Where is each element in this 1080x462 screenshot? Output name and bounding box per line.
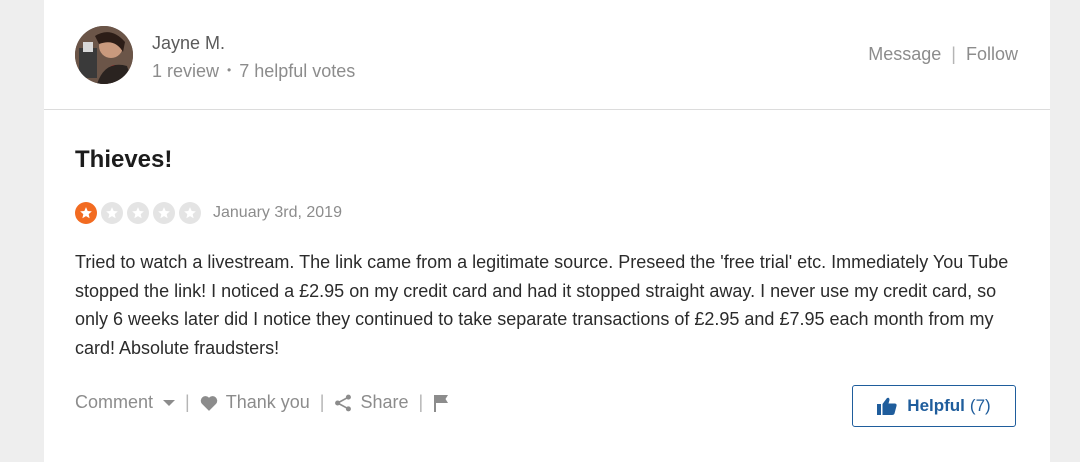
- rating-row: January 3rd, 2019: [75, 202, 342, 224]
- review-card: Jayne M. 1 review • 7 helpful votes Messag…: [44, 0, 1050, 462]
- message-link[interactable]: Message: [868, 44, 941, 64]
- helpful-button[interactable]: Helpful (7): [852, 385, 1016, 427]
- star-icon: [127, 202, 149, 224]
- thumbs-up-icon: [877, 397, 897, 415]
- comment-button[interactable]: Comment: [75, 392, 176, 413]
- reviewer-name[interactable]: Jayne M.: [152, 33, 225, 54]
- review-date: January 3rd, 2019: [213, 204, 342, 221]
- thank-you-label: Thank you: [225, 392, 310, 412]
- avatar[interactable]: [75, 26, 133, 84]
- share-label: Share: [360, 392, 409, 412]
- chevron-down-icon: [163, 399, 176, 406]
- star-icon: [179, 202, 201, 224]
- action-separator: |: [418, 392, 424, 412]
- review-body: Tried to watch a livestream. The link ca…: [75, 252, 1009, 358]
- review-title: Thieves!: [75, 146, 173, 173]
- thank-you-button[interactable]: Thank you: [200, 392, 310, 413]
- header-separator: |: [951, 44, 956, 64]
- flag-icon: [434, 394, 449, 412]
- action-separator: |: [185, 392, 190, 412]
- share-button[interactable]: Share: [334, 392, 409, 413]
- avatar-photo: [75, 26, 133, 84]
- heart-icon: [200, 395, 217, 411]
- report-button[interactable]: [433, 394, 457, 412]
- helpful-votes-count: 7 helpful votes: [239, 61, 356, 81]
- helpful-count: (7): [969, 396, 991, 415]
- review-actions: Comment | Thank you | Share |: [75, 392, 457, 413]
- review-count: 1 review: [152, 61, 220, 81]
- reviewer-header: Jayne M. 1 review • 7 helpful votes Messag…: [44, 0, 1050, 110]
- helpful-label: Helpful: [907, 396, 965, 415]
- star-icon: [153, 202, 175, 224]
- comment-label: Comment: [75, 392, 154, 412]
- header-actions: Message | Follow: [868, 44, 1018, 65]
- stats-separator: •: [227, 63, 232, 77]
- star-icon: [75, 202, 97, 224]
- follow-link[interactable]: Follow: [966, 44, 1018, 64]
- action-separator: |: [319, 392, 325, 412]
- star-rating: [75, 202, 205, 224]
- reviewer-stats: 1 review • 7 helpful votes: [152, 61, 355, 82]
- star-icon: [101, 202, 123, 224]
- share-icon: [335, 394, 352, 411]
